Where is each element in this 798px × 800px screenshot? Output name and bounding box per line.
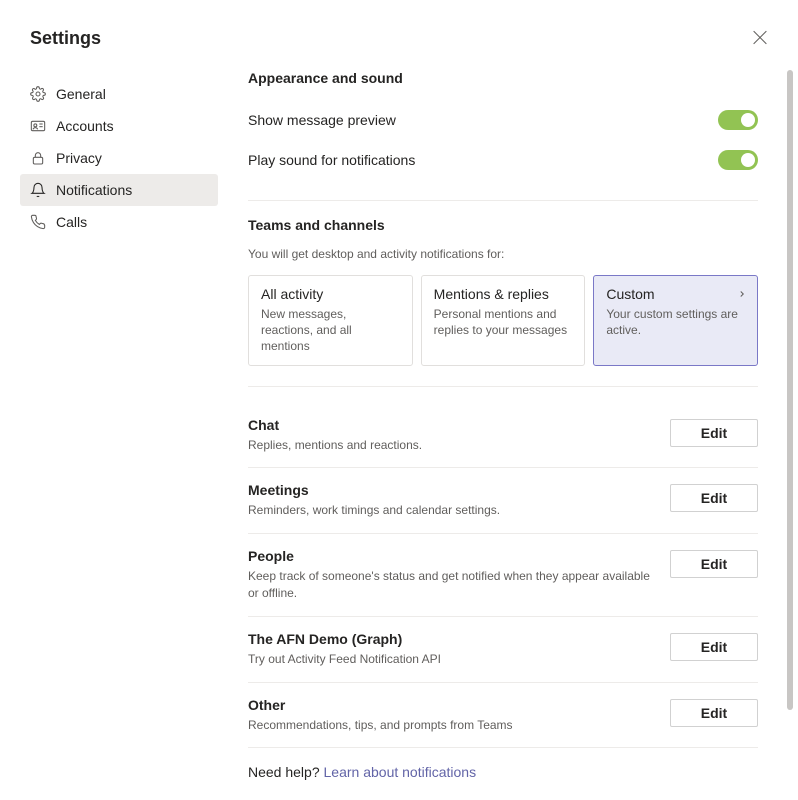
toggle-label: Play sound for notifications	[248, 152, 415, 168]
section-title: Chat	[248, 417, 650, 433]
sidebar-item-accounts[interactable]: Accounts	[20, 110, 218, 142]
section-desc: Reminders, work timings and calendar set…	[248, 502, 650, 519]
card-desc: Your custom settings are active.	[606, 306, 745, 338]
section-other: Other Recommendations, tips, and prompts…	[248, 683, 758, 749]
bell-icon	[30, 182, 46, 198]
section-afn-demo: The AFN Demo (Graph) Try out Activity Fe…	[248, 617, 758, 683]
edit-button-people[interactable]: Edit	[670, 550, 758, 578]
toggle-row-play-sound: Play sound for notifications	[248, 140, 758, 180]
section-meetings: Meetings Reminders, work timings and cal…	[248, 468, 758, 534]
appearance-section-title: Appearance and sound	[248, 70, 758, 86]
divider	[248, 200, 758, 201]
section-desc: Keep track of someone's status and get n…	[248, 568, 650, 602]
teams-cards: All activity New messages, reactions, an…	[248, 275, 758, 366]
card-title: Mentions & replies	[434, 286, 573, 302]
chevron-right-icon	[737, 288, 747, 300]
toggle-row-message-preview: Show message preview	[248, 100, 758, 140]
sidebar-item-label: General	[56, 86, 106, 102]
sidebar-item-label: Privacy	[56, 150, 102, 166]
card-custom[interactable]: Custom Your custom settings are active.	[593, 275, 758, 366]
sidebar-item-notifications[interactable]: Notifications	[20, 174, 218, 206]
id-card-icon	[30, 118, 46, 134]
gear-icon	[30, 86, 46, 102]
main-content: Appearance and sound Show message previe…	[218, 0, 798, 800]
section-people: People Keep track of someone's status an…	[248, 534, 758, 617]
teams-section-title: Teams and channels	[248, 217, 758, 233]
card-title: Custom	[606, 286, 745, 302]
section-chat: Chat Replies, mentions and reactions. Ed…	[248, 403, 758, 469]
toggle-message-preview[interactable]	[718, 110, 758, 130]
settings-title: Settings	[30, 28, 101, 49]
section-title: The AFN Demo (Graph)	[248, 631, 650, 647]
sidebar: General Accounts Privacy Notifications C…	[0, 0, 218, 800]
phone-icon	[30, 214, 46, 230]
sidebar-item-calls[interactable]: Calls	[20, 206, 218, 238]
toggle-play-sound[interactable]	[718, 150, 758, 170]
edit-button-chat[interactable]: Edit	[670, 419, 758, 447]
card-title: All activity	[261, 286, 400, 302]
section-title: Meetings	[248, 482, 650, 498]
section-title: Other	[248, 697, 650, 713]
help-link[interactable]: Learn about notifications	[324, 764, 477, 780]
help-prefix: Need help?	[248, 764, 324, 780]
section-title: People	[248, 548, 650, 564]
edit-button-other[interactable]: Edit	[670, 699, 758, 727]
toggle-label: Show message preview	[248, 112, 396, 128]
card-desc: New messages, reactions, and all mention…	[261, 306, 400, 355]
teams-section-sub: You will get desktop and activity notifi…	[248, 247, 758, 261]
help-line: Need help? Learn about notifications	[248, 764, 758, 800]
section-desc: Recommendations, tips, and prompts from …	[248, 717, 650, 734]
sidebar-item-label: Notifications	[56, 182, 132, 198]
scrollbar-thumb[interactable]	[787, 70, 793, 710]
divider	[248, 386, 758, 387]
sidebar-item-label: Calls	[56, 214, 87, 230]
card-all-activity[interactable]: All activity New messages, reactions, an…	[248, 275, 413, 366]
close-icon[interactable]	[752, 30, 768, 46]
edit-button-afn-demo[interactable]: Edit	[670, 633, 758, 661]
sidebar-item-privacy[interactable]: Privacy	[20, 142, 218, 174]
sidebar-item-general[interactable]: General	[20, 78, 218, 110]
card-mentions-replies[interactable]: Mentions & replies Personal mentions and…	[421, 275, 586, 366]
sidebar-item-label: Accounts	[56, 118, 114, 134]
card-desc: Personal mentions and replies to your me…	[434, 306, 573, 338]
section-desc: Try out Activity Feed Notification API	[248, 651, 650, 668]
lock-icon	[30, 150, 46, 166]
section-desc: Replies, mentions and reactions.	[248, 437, 650, 454]
edit-button-meetings[interactable]: Edit	[670, 484, 758, 512]
